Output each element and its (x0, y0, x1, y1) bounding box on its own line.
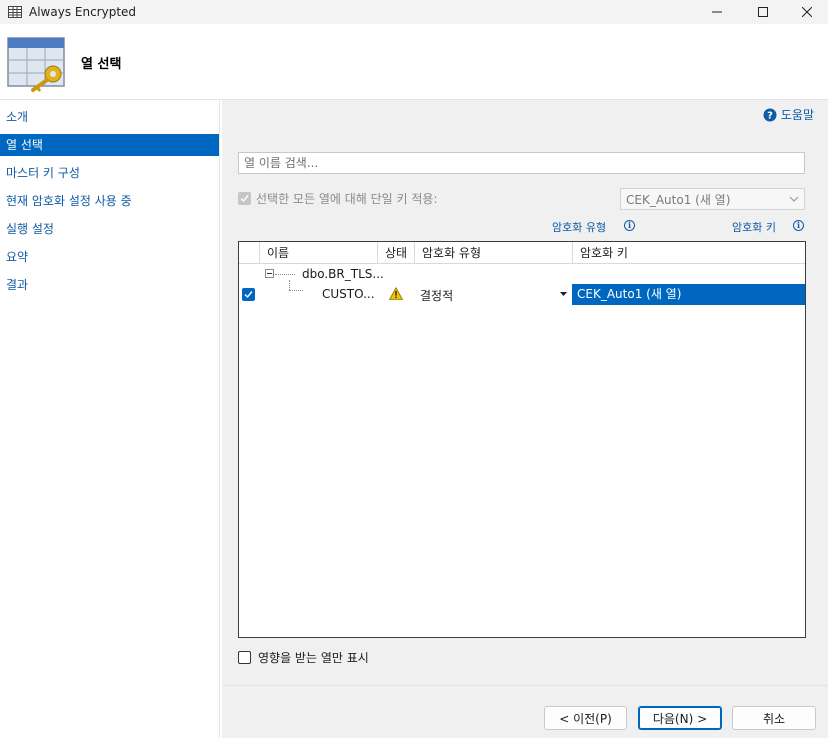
main-panel: ? 도움말 선택한 모든 열에 대해 단일 키 적용: CEK_Auto1 (새… (222, 100, 828, 738)
caret-down-icon (559, 292, 567, 296)
tree-line (289, 280, 290, 290)
single-key-checkbox[interactable] (238, 192, 251, 205)
column-search-input[interactable] (238, 152, 805, 174)
sidebar-item-intro[interactable]: 소개 (0, 106, 219, 128)
wizard-sidebar: 소개 열 선택 마스터 키 구성 현재 암호화 설정 사용 중 실행 설정 요약… (0, 100, 220, 738)
encryption-key-link[interactable]: 암호화 키 (732, 219, 776, 235)
close-button[interactable] (784, 0, 828, 24)
sidebar-item-summary[interactable]: 요약 (0, 246, 219, 268)
encryption-key-info-icon[interactable]: i (793, 220, 804, 231)
table-icon (8, 6, 22, 18)
encryption-type-link[interactable]: 암호화 유형 (552, 219, 606, 235)
column-name: CUSTO... (322, 287, 375, 301)
encryption-key-value[interactable]: CEK_Auto1 (새 열) (572, 284, 805, 305)
encryption-type-link-label: 암호화 유형 (552, 221, 607, 234)
header-status[interactable]: 상태 (377, 242, 414, 264)
single-key-label: 선택한 모든 열에 대해 단일 키 적용: (256, 192, 438, 206)
show-affected-checkbox[interactable] (238, 651, 251, 664)
encryption-type-value[interactable]: 결정적 (420, 287, 453, 304)
column-checkbox[interactable] (242, 288, 255, 301)
encryption-type-info-icon[interactable]: i (624, 220, 635, 231)
sidebar-item-run-settings[interactable]: 실행 설정 (0, 218, 219, 240)
header-name[interactable]: 이름 (259, 242, 377, 264)
check-icon (244, 291, 253, 299)
show-affected-option: 영향을 받는 열만 표시 (238, 649, 369, 666)
single-key-select-value: CEK_Auto1 (새 열) (626, 192, 731, 207)
chevron-down-icon (789, 196, 799, 202)
encryption-key-link-label: 암호화 키 (732, 221, 776, 234)
header-encryption-type[interactable]: 암호화 유형 (414, 242, 572, 264)
maximize-icon (758, 7, 768, 17)
svg-text:?: ? (767, 110, 773, 121)
page-title: 열 선택 (81, 57, 122, 72)
wizard-header: 열 선택 (0, 24, 828, 100)
header-encryption-key[interactable]: 암호화 키 (572, 242, 805, 264)
minimize-icon (712, 11, 722, 13)
window-title: Always Encrypted (29, 5, 137, 19)
help-link[interactable]: ? 도움말 (763, 106, 814, 123)
column-grid: 이름 상태 암호화 유형 암호화 키 dbo.BR_TLS... CUSTO..… (238, 241, 806, 638)
footer-divider (222, 685, 828, 686)
next-button[interactable]: 다음(N) > (638, 706, 722, 730)
warning-icon (389, 287, 403, 300)
minimize-button[interactable] (694, 0, 740, 24)
grid-header: 이름 상태 암호화 유형 암호화 키 (239, 242, 805, 264)
prev-button[interactable]: < 이전(P) (544, 706, 627, 730)
close-icon (802, 7, 812, 17)
encryption-type-dropdown[interactable] (555, 284, 571, 305)
tree-line (275, 274, 295, 275)
table-name: dbo.BR_TLS... (302, 267, 384, 281)
collapse-toggle-icon[interactable] (265, 269, 274, 278)
check-icon (240, 195, 249, 203)
sidebar-item-results[interactable]: 결과 (0, 274, 219, 296)
title-bar: Always Encrypted (0, 0, 828, 24)
cancel-button[interactable]: 취소 (732, 706, 816, 730)
help-icon: ? (763, 108, 777, 121)
tree-line (289, 290, 303, 291)
single-key-option: 선택한 모든 열에 대해 단일 키 적용: (238, 190, 438, 207)
sidebar-item-master-key[interactable]: 마스터 키 구성 (0, 162, 219, 184)
single-key-select[interactable]: CEK_Auto1 (새 열) (620, 188, 805, 210)
table-row: CUSTO... 결정적 CEK_Auto1 (새 열) (239, 280, 805, 305)
table-key-icon (7, 37, 65, 92)
sidebar-item-column-selection[interactable]: 열 선택 (0, 134, 219, 156)
sidebar-item-current-settings[interactable]: 현재 암호화 설정 사용 중 (0, 190, 219, 212)
show-affected-label: 영향을 받는 열만 표시 (258, 651, 369, 665)
help-label: 도움말 (780, 108, 814, 122)
table-row-parent: dbo.BR_TLS... (239, 264, 805, 284)
maximize-button[interactable] (740, 0, 786, 24)
